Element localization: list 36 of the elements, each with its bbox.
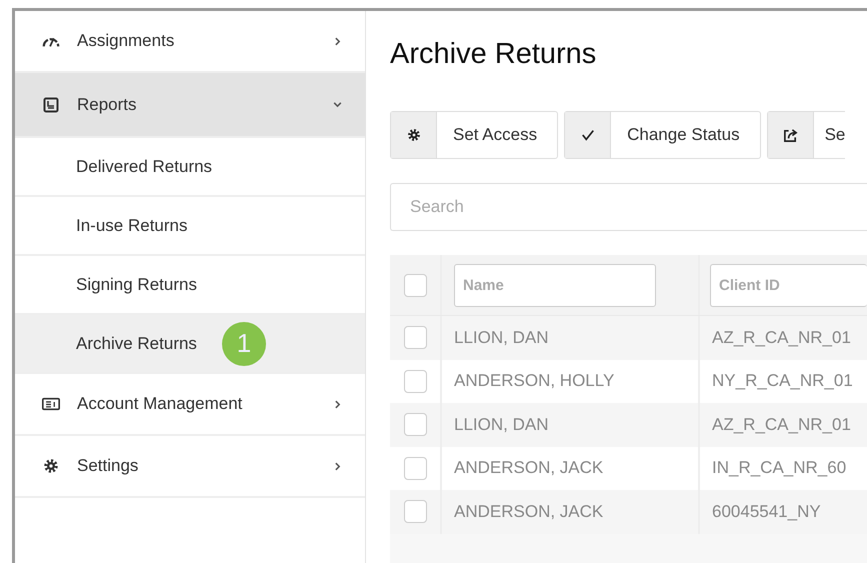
toolbar-button[interactable]: Set Access <box>390 111 558 159</box>
table-cell: ANDERSON, HOLLY <box>454 371 614 392</box>
toolbar-button[interactable]: Change Status <box>564 111 761 159</box>
settings-icon <box>42 458 60 474</box>
table-cell: ANDERSON, JACK <box>454 458 604 478</box>
toolbar-button[interactable]: Se <box>766 111 846 159</box>
sidebar-subitem[interactable]: Archive Returns 1 <box>15 315 365 374</box>
sidebar-item[interactable]: Reports <box>15 73 365 138</box>
table-cell: NY_R_CA_NR_01 <box>712 371 853 392</box>
column-filter-field[interactable]: Name <box>454 264 656 306</box>
page-title: Archive Returns <box>390 38 598 71</box>
table-cell: 60045541_NY <box>712 502 821 522</box>
check-icon <box>580 128 595 142</box>
id-card-icon <box>42 396 60 412</box>
settings-icon <box>406 128 420 142</box>
table-cell: AZ_R_CA_NR_01 <box>712 414 851 435</box>
sidebar-subitem[interactable]: Delivered Returns <box>15 138 365 197</box>
sidebar-subitem[interactable]: In-use Returns <box>15 197 365 256</box>
row-checkbox[interactable] <box>404 370 426 393</box>
search-field[interactable]: Search <box>390 183 867 231</box>
table-cell: IN_R_CA_NR_60 <box>712 458 846 478</box>
report-icon <box>42 96 60 112</box>
row-checkbox[interactable] <box>404 456 426 480</box>
table-cell: LLION, DAN <box>454 328 548 348</box>
share-icon <box>782 128 798 142</box>
select-all-checkbox[interactable] <box>404 274 426 296</box>
table-cell: LLION, DAN <box>454 414 548 435</box>
column-filter-field[interactable]: Client ID <box>710 264 867 306</box>
row-checkbox[interactable] <box>404 500 426 524</box>
sidebar-item[interactable]: Account Management <box>15 374 365 436</box>
row-checkbox[interactable] <box>404 326 426 350</box>
table-cell: ANDERSON, JACK <box>454 502 604 522</box>
step-badge: 1 <box>222 322 266 366</box>
sidebar-item[interactable]: Settings <box>15 436 365 498</box>
row-checkbox[interactable] <box>404 413 426 436</box>
table-cell: AZ_R_CA_NR_01 <box>712 328 851 348</box>
